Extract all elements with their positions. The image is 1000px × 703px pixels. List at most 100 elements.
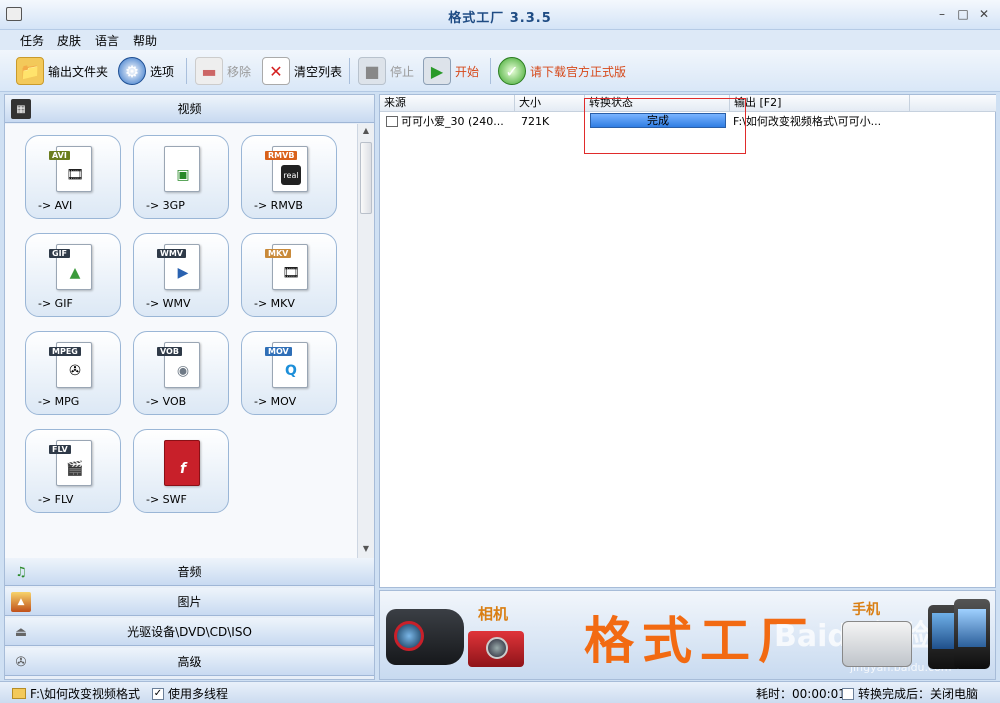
after-convert-checkbox[interactable]: 转换完成后：关闭电脑 xyxy=(842,685,978,702)
category-rom-label: 光驱设备\DVD\CD\ISO xyxy=(127,625,252,639)
stop-button[interactable]: ■ 停止 xyxy=(358,56,414,86)
category-advanced-label: 高级 xyxy=(177,655,202,669)
options-button[interactable]: ⚙ 选项 xyxy=(118,56,174,86)
format-label: -> SWF xyxy=(146,493,187,506)
format-label: -> 3GP xyxy=(146,199,185,212)
clapper-icon: 🎬 xyxy=(66,461,84,477)
multithread-checkbox[interactable]: ✓ 使用多线程 xyxy=(152,685,228,702)
checkbox-unchecked-icon xyxy=(842,687,854,700)
format-tile-flv[interactable]: FLV 🎬 -> FLV xyxy=(25,429,121,513)
start-icon: ▶ xyxy=(423,57,451,85)
menu-language[interactable]: 语言 xyxy=(95,32,119,49)
output-folder-button[interactable]: 📁 输出文件夹 xyxy=(16,56,108,86)
avi-badge: AVI xyxy=(49,151,70,160)
menu-task[interactable]: 任务 xyxy=(20,32,44,49)
toolbar: 📁 输出文件夹 ⚙ 选项 ▬ 移除 ✕ 清空列表 ■ 停止 ▶ 开始 ✓ 请下载… xyxy=(0,50,1000,92)
format-label: -> MPG xyxy=(38,395,80,408)
toolbar-separator xyxy=(186,58,187,84)
mobile-video-icon: ▣ xyxy=(176,167,190,183)
remove-button[interactable]: ▬ 移除 xyxy=(195,56,251,86)
format-tile-mpg[interactable]: MPEG ✇ -> MPG xyxy=(25,331,121,415)
clear-list-icon: ✕ xyxy=(262,57,290,85)
flash-icon: f xyxy=(179,461,187,477)
start-button[interactable]: ▶ 开始 xyxy=(423,56,479,86)
row-size: 721K xyxy=(521,115,550,128)
output-folder-label: 输出文件夹 xyxy=(48,64,109,79)
category-advanced[interactable]: ✇ 高级 xyxy=(5,648,374,676)
digital-camera-icon xyxy=(468,631,524,667)
category-video[interactable]: ▦ 视频 xyxy=(5,95,374,123)
video-category-icon: ▦ xyxy=(11,99,31,119)
maximize-button[interactable]: □ xyxy=(954,6,972,22)
optical-drive-icon: ⏏ xyxy=(14,624,28,640)
file-icon xyxy=(386,116,398,127)
format-label: -> MOV xyxy=(254,395,297,408)
category-picture[interactable]: ▲ 图片 xyxy=(5,588,374,616)
format-tile-swf[interactable]: f -> SWF xyxy=(133,429,229,513)
mov-badge: MOV xyxy=(265,347,292,356)
format-label: -> FLV xyxy=(38,493,74,506)
folder-icon xyxy=(12,688,26,699)
promo-banner: 相机 格式工厂 手机 Baidu经验 jingyan.baidu.com xyxy=(379,590,996,680)
format-tile-rmvb[interactable]: RMVB real -> RMVB xyxy=(241,135,337,219)
download-globe-icon: ✓ xyxy=(498,57,526,85)
music-note-icon: ♫ xyxy=(15,564,27,580)
checkbox-checked-icon: ✓ xyxy=(152,687,164,700)
column-output[interactable]: 输出 [F2] xyxy=(730,95,910,112)
remove-icon: ▬ xyxy=(195,57,223,85)
format-tile-vob[interactable]: VOB ◉ -> VOB xyxy=(133,331,229,415)
mkv-badge: MKV xyxy=(265,249,292,258)
format-label: -> VOB xyxy=(146,395,187,408)
menu-skin[interactable]: 皮肤 xyxy=(57,32,81,49)
elapsed-time: 耗时：00:00:01 xyxy=(756,687,846,701)
reel-icon: ✇ xyxy=(69,363,81,379)
clear-list-button[interactable]: ✕ 清空列表 xyxy=(262,56,342,86)
mobile-device-icon xyxy=(842,621,912,667)
rmvb-badge: RMVB xyxy=(265,151,298,160)
wmv-badge: WMV xyxy=(157,249,186,258)
category-panel: ▦ 视频 AVI 🎞 -> AVI ▣ -> 3GP RMVB real -> RM… xyxy=(4,94,375,680)
format-tile-gif[interactable]: GIF ▲ -> GIF xyxy=(25,233,121,317)
minimize-button[interactable]: – xyxy=(933,6,951,22)
column-size[interactable]: 大小 xyxy=(515,95,585,112)
real-icon: real xyxy=(281,165,301,185)
format-tile-mkv[interactable]: MKV 🎞 -> MKV xyxy=(241,233,337,317)
format-label: -> AVI xyxy=(38,199,73,212)
window-title: 格式工厂 3.3.5 xyxy=(448,11,552,26)
scroll-up-arrow-icon[interactable]: ▲ xyxy=(361,126,371,135)
toolbar-separator xyxy=(490,58,491,84)
category-audio[interactable]: ♫ 音频 xyxy=(5,558,374,586)
reel-icon: ✇ xyxy=(15,654,27,670)
vob-file-icon: VOB ◉ xyxy=(157,342,200,388)
mkv-file-icon: MKV 🎞 xyxy=(265,244,308,290)
format-tile-wmv[interactable]: WMV ▶ -> WMV xyxy=(133,233,229,317)
status-bar: F:\如何改变视频格式 ✓ 使用多线程 耗时：00:00:01 转换完成后：关闭… xyxy=(0,681,1000,703)
picture-icon: ▲ xyxy=(11,592,31,612)
format-grid-scrollbar[interactable]: ▲ ▼ xyxy=(357,124,374,558)
scrollbar-thumb[interactable] xyxy=(360,142,372,214)
close-button[interactable]: ✕ xyxy=(975,6,993,22)
output-path-segment[interactable]: F:\如何改变视频格式 xyxy=(12,685,140,702)
after-convert-label: 转换完成后：关闭电脑 xyxy=(858,687,979,701)
gif-badge: GIF xyxy=(49,249,71,258)
mpeg-file-icon: MPEG ✇ xyxy=(49,342,92,388)
stop-label: 停止 xyxy=(390,64,415,79)
vob-badge: VOB xyxy=(157,347,182,356)
format-tile-mov[interactable]: MOV Q -> MOV xyxy=(241,331,337,415)
options-label: 选项 xyxy=(150,64,175,79)
format-tile-avi[interactable]: AVI 🎞 -> AVI xyxy=(25,135,121,219)
flv-file-icon: FLV 🎬 xyxy=(49,440,92,486)
remove-label: 移除 xyxy=(227,64,252,79)
output-path: F:\如何改变视频格式 xyxy=(30,687,141,701)
format-tile-3gp[interactable]: ▣ -> 3GP xyxy=(133,135,229,219)
category-rom-device[interactable]: ⏏ 光驱设备\DVD\CD\ISO xyxy=(5,618,374,646)
menu-help[interactable]: 帮助 xyxy=(133,32,157,49)
multithread-label: 使用多线程 xyxy=(168,687,229,701)
scroll-down-arrow-icon[interactable]: ▼ xyxy=(361,544,371,553)
column-filler xyxy=(910,95,996,112)
download-official-button[interactable]: ✓ 请下载官方正式版 xyxy=(498,56,626,86)
category-picture-label: 图片 xyxy=(177,595,202,609)
wmv-file-icon: WMV ▶ xyxy=(157,244,200,290)
pda-phone-icon xyxy=(954,599,990,669)
column-source[interactable]: 来源 xyxy=(380,95,515,112)
